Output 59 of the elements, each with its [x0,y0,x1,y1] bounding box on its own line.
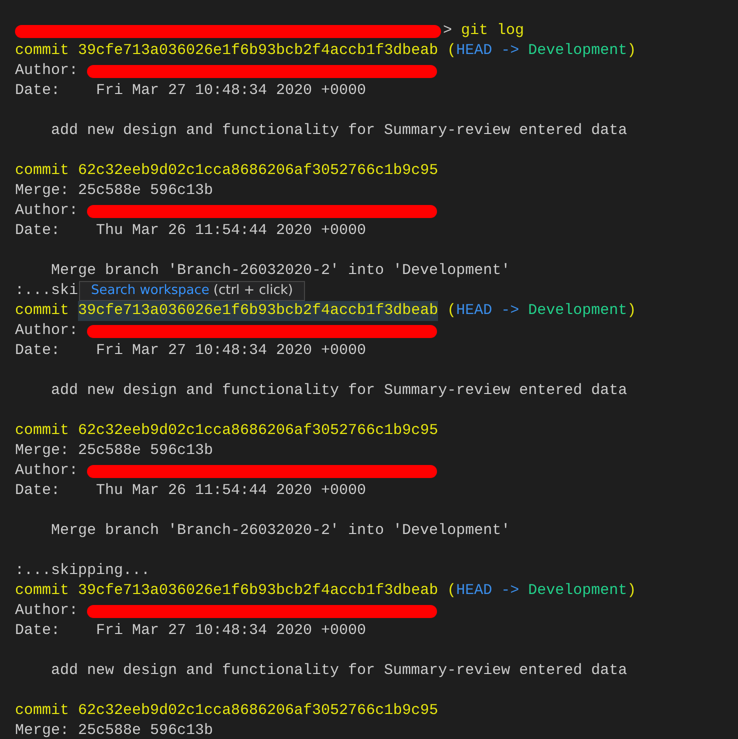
commit-message: add new design and functionality for Summary-review entered data [51,381,628,401]
date-value: Fri Mar 27 10:48:34 2020 +0000 [96,341,366,361]
ref-paren: ) [627,41,636,61]
branch-ref: Development [528,581,628,601]
commit-message: Merge branch 'Branch-26032020-2' into 'Development' [51,521,510,541]
commit-label: commit [15,41,70,61]
commit-hash: 39cfe713a036026e1f6b93bcb2f4accb1f3dbeab [78,581,438,601]
pager-status: :...ski [15,281,78,301]
author-label: Author: [15,601,78,621]
date-label: Date: [15,481,62,501]
author-label: Author: [15,61,78,81]
commit-hash: 62c32eeb9d02c1cca8686206af3052766c1b9c95 [78,701,438,721]
date-label: Date: [15,621,62,641]
ref-paren: ) [627,301,636,321]
head-ref: HEAD [456,301,492,321]
commit-hash: 62c32eeb9d02c1cca8686206af3052766c1b9c95 [78,161,438,181]
author-label: Author: [15,201,78,221]
date-label: Date: [15,221,62,241]
head-ref: HEAD [456,41,492,61]
commit-label: commit [15,161,70,181]
date-value: Fri Mar 27 10:48:34 2020 +0000 [96,621,366,641]
author-label: Author: [15,321,78,341]
pager-status: :...skipping... [15,561,150,581]
commit-message: add new design and functionality for Summary-review entered data [51,121,628,141]
merge-label: Merge: [15,181,70,201]
commit-label: commit [15,301,70,321]
merge-label: Merge: [15,441,70,461]
commit-label: commit [15,421,70,441]
commit-label: commit [15,701,70,721]
head-ref: HEAD [456,581,492,601]
merge-label: Merge: [15,721,70,739]
branch-ref: Development [528,301,628,321]
commit-hash[interactable]: 39cfe713a036026e1f6b93bcb2f4accb1f3dbeab [78,301,438,321]
commit-message: Merge branch 'Branch-26032020-2' into 'Development' [51,261,510,281]
date-label: Date: [15,81,62,101]
ref-paren: ( [447,41,456,61]
ref-arrow: -> [501,41,520,61]
date-value: Thu Mar 26 11:54:44 2020 +0000 [96,221,366,241]
command-text: git log [461,21,524,41]
commit-label: commit [15,581,70,601]
ref-arrow: -> [501,301,520,321]
commit-hash: 62c32eeb9d02c1cca8686206af3052766c1b9c95 [78,421,438,441]
ref-paren: ( [447,581,456,601]
prompt-symbol: > [443,21,452,41]
commit-message: add new design and functionality for Summary-review entered data [51,661,628,681]
date-value: Thu Mar 26 11:54:44 2020 +0000 [96,481,366,501]
merge-parents: 25c588e 596c13b [78,441,214,461]
merge-parents: 25c588e 596c13b [78,181,214,201]
ref-arrow: -> [501,581,520,601]
date-label: Date: [15,341,62,361]
date-value: Fri Mar 27 10:48:34 2020 +0000 [96,81,366,101]
commit-hash: 39cfe713a036026e1f6b93bcb2f4accb1f3dbeab [78,41,438,61]
merge-parents: 25c588e 596c13b [78,721,214,739]
branch-ref: Development [528,41,628,61]
tooltip-hint: (ctrl + click) [213,282,293,300]
ref-paren: ( [447,301,456,321]
author-label: Author: [15,461,78,481]
tooltip-link[interactable]: Search workspace [91,282,210,300]
ref-paren: ) [627,581,636,601]
